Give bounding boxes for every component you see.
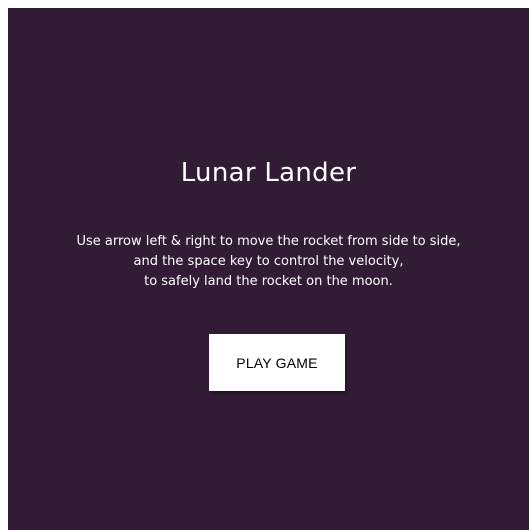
instruction-line-2: and the space key to control the velocit… (133, 254, 404, 269)
game-instructions: Use arrow left & right to move the rocke… (8, 232, 529, 292)
play-game-button[interactable]: PLAY GAME (209, 334, 345, 391)
game-title: Lunar Lander (180, 158, 357, 188)
instruction-line-3: to safely land the rocket on the moon. (144, 274, 393, 289)
instruction-line-1: Use arrow left & right to move the rocke… (76, 234, 461, 249)
game-screen: Lunar Lander Use arrow left & right to m… (8, 8, 529, 530)
